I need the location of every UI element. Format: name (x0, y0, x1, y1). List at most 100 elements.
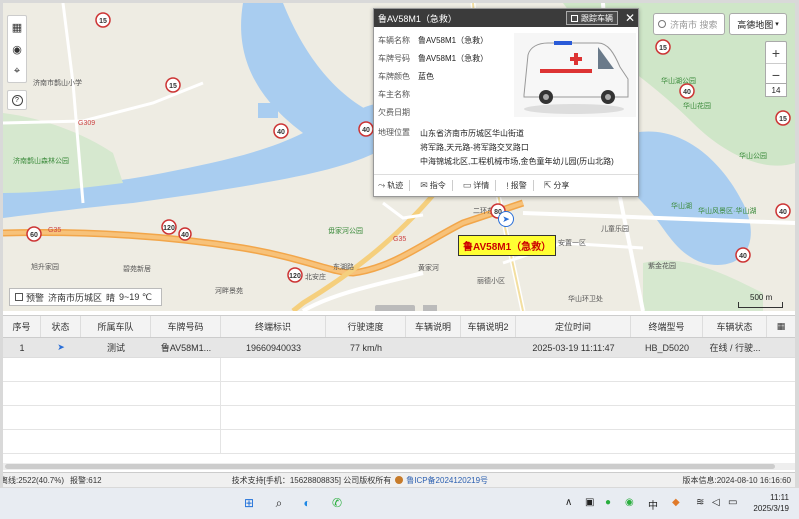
road-marker: 15 (95, 12, 111, 28)
panel-expand-handle[interactable] (423, 305, 437, 311)
svg-text:儿童乐园: 儿童乐园 (601, 224, 629, 233)
empty-row (3, 430, 795, 454)
road-marker: 60 (26, 226, 42, 242)
panel-collapse-handle[interactable] (375, 305, 415, 311)
map-search-input[interactable]: 济南市 搜索 (653, 13, 725, 35)
help-icon[interactable]: ? (7, 90, 27, 110)
road-marker: 40 (775, 203, 791, 219)
search-icon (658, 20, 666, 28)
alarm-count: 报警:612 (70, 475, 102, 485)
grid-icon[interactable]: ▦ (8, 16, 26, 38)
svg-text:华山环卫处: 华山环卫处 (568, 294, 603, 303)
svg-text:紫金花园: 紫金花园 (648, 261, 676, 270)
location-pin-icon[interactable]: ⌖ (8, 60, 26, 82)
zoom-control: + − (765, 41, 787, 87)
popup-header: 鲁AV58M1（急救） 跟踪车辆 ✕ (374, 9, 638, 27)
vehicle-table: 序号 状态 所属车队 车牌号码 终端标识 行驶速度 车辆说明 车辆说明2 定位时… (3, 315, 795, 473)
tray-app2-icon[interactable]: ◉ (625, 497, 634, 508)
svg-text:40: 40 (683, 89, 691, 96)
track-history-button[interactable]: ⤳ 轨迹 (378, 180, 411, 191)
map-view[interactable]: 济南市鹊山小学 济南鹊山森林公园 华山湖公园 华山花园 华山公园 华山湖 华山风… (3, 3, 795, 311)
road-marker: 120 (287, 267, 303, 283)
chevron-down-icon: ▾ (775, 21, 779, 28)
svg-text:毋家河公园: 毋家河公园 (328, 226, 363, 235)
zoom-in-button[interactable]: + (766, 42, 786, 64)
input-language[interactable]: 中 (648, 497, 658, 512)
weather-bar: 预警 济南市历城区 晴 9~19 ℃ (9, 288, 162, 306)
vehicle-photo (514, 33, 636, 117)
tray-wechat-icon[interactable]: ● (605, 497, 611, 508)
map-left-toolbar: ▦ ◉ ⌖ ? (7, 15, 27, 110)
support-text: 技术支持[手机：15628808835] 公司版权所有 (231, 475, 392, 485)
wifi-icon[interactable]: ≋ (696, 497, 704, 508)
vehicle-map-label[interactable]: 鲁AV58M1（急救） (458, 235, 557, 256)
share-icon: ⇱ (543, 180, 552, 190)
alert-icon: ! (506, 180, 509, 191)
svg-text:华山风景区·华山湖: 华山风景区·华山湖 (698, 206, 756, 215)
road-marker: 40 (358, 121, 374, 137)
column-settings-icon[interactable]: ▦ (767, 316, 795, 337)
scrollbar-thumb[interactable] (5, 464, 775, 469)
svg-text:15: 15 (169, 83, 177, 90)
status-icon: ➤ (57, 342, 65, 352)
table-row[interactable]: 1 ➤ 测试 鲁AV58M1... 19660940033 77 km/h 20… (3, 338, 795, 358)
address-text: 山东省济南市历城区华山街道 将军路,天元路-将军路交叉路口 中海锦城北区,工程机… (420, 129, 614, 166)
empty-row (3, 406, 795, 430)
road-marker: 40 (735, 247, 751, 263)
empty-row (3, 382, 795, 406)
share-button[interactable]: ⇱ 分享 (544, 180, 570, 191)
app-window: 济南市鹊山小学 济南鹊山森林公园 华山湖公园 华山花园 华山公园 华山湖 华山风… (3, 3, 795, 487)
svg-text:40: 40 (181, 232, 189, 239)
svg-text:碧苑新居: 碧苑新居 (123, 264, 151, 273)
road-marker: 120 (161, 219, 177, 235)
offline-count: 离线:2522(40.7%) (3, 475, 65, 485)
close-icon[interactable]: ✕ (622, 11, 638, 25)
field-row: 车辆名称 鲁AV58M1（急救） (378, 36, 489, 45)
svg-text:40: 40 (277, 129, 285, 136)
tray-overflow-icon[interactable]: ∧ (565, 497, 572, 508)
svg-text:120: 120 (289, 273, 301, 280)
field-row: 车牌颜色 蓝色 (378, 72, 434, 81)
volume-icon[interactable]: ◁ (712, 497, 720, 508)
horizontal-scrollbar[interactable] (3, 463, 795, 470)
system-clock[interactable]: 11:11 2025/3/19 (753, 492, 789, 514)
zoom-level: 14 (765, 83, 787, 97)
wechat-icon[interactable]: ✆ (328, 494, 346, 512)
svg-text:济南鹊山森林公园: 济南鹊山森林公园 (13, 156, 69, 165)
popup-title: 鲁AV58M1（急救） (378, 13, 457, 24)
windows-taskbar: ⊞ ⌕ ◐ ✆ ∧ ▣ ● ◉ 中 ◆ ≋ ◁ ▭ 11:11 2025/3/1… (0, 488, 799, 519)
svg-text:G35: G35 (48, 227, 61, 234)
svg-text:华山湖公园: 华山湖公园 (661, 76, 696, 85)
status-bar: 离线:2522(40.7%) 报警:612 技术支持[手机：1562880883… (3, 472, 795, 487)
edge-browser-icon[interactable]: ◐ (298, 494, 316, 512)
svg-text:北安庄: 北安庄 (305, 272, 326, 281)
vehicle-marker-icon[interactable]: ➤ (498, 211, 514, 227)
svg-text:15: 15 (99, 18, 107, 25)
field-row: 车牌号码 鲁AV58M1（急救） (378, 54, 489, 63)
warning-checkbox[interactable] (15, 293, 23, 301)
svg-text:黄家河: 黄家河 (418, 263, 439, 272)
road-marker: 40 (178, 227, 192, 241)
details-icon: ▭ (462, 180, 472, 190)
alarm-button[interactable]: ! 报警 (506, 180, 534, 191)
search-icon[interactable]: ⌕ (270, 494, 288, 512)
empty-row (3, 358, 795, 382)
command-button[interactable]: ✉ 指令 (420, 180, 453, 191)
tray-app3-icon[interactable]: ◆ (672, 497, 680, 508)
address-row: 地理位置 山东省济南市历城区华山街道 将军路,天元路-将军路交叉路口 中海锦城北… (378, 127, 614, 169)
details-button[interactable]: ▭ 详情 (463, 180, 497, 191)
map-scale: 500 m (738, 293, 783, 308)
police-badge-icon (395, 476, 404, 484)
version-info: 版本信息:2024-08-10 16:16:60 (682, 475, 791, 485)
svg-text:华山公园: 华山公园 (739, 151, 767, 160)
tray-app-icon[interactable]: ▣ (585, 497, 594, 508)
track-vehicle-button[interactable]: 跟踪车辆 (566, 11, 618, 25)
checkbox-icon (571, 14, 578, 22)
route-icon: ⤳ (378, 180, 386, 190)
windows-start-icon[interactable]: ⊞ (240, 494, 258, 512)
battery-icon[interactable]: ▭ (728, 497, 737, 508)
map-type-select[interactable]: 高德地图 ▾ (729, 13, 787, 35)
eye-icon[interactable]: ◉ (8, 38, 26, 60)
icp-link[interactable]: 鲁ICP备2024120219号 (406, 475, 488, 486)
svg-text:120: 120 (163, 225, 175, 232)
